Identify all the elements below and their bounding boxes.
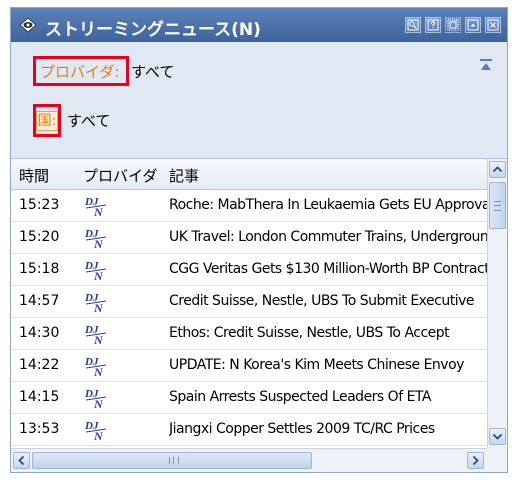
news-eye-icon xyxy=(19,17,37,33)
float-window-icon xyxy=(447,19,459,31)
row-time: 14:57 xyxy=(19,293,60,309)
float-button[interactable] xyxy=(445,17,461,33)
title-bar[interactable]: ストリーミングニュース(N) xyxy=(11,8,507,42)
dow-jones-newswires-icon: DJ N xyxy=(84,354,108,378)
dow-jones-newswires-icon: DJ N xyxy=(84,290,108,314)
row-time: 14:30 xyxy=(19,325,60,341)
column-header-article[interactable]: 記事 xyxy=(169,165,199,186)
dow-jones-newswires-icon: DJ N xyxy=(84,258,108,282)
provider-filter-value: すべて xyxy=(131,62,175,81)
dow-jones-newswires-icon: DJ N xyxy=(84,226,108,250)
column-header-provider[interactable]: プロバイダ xyxy=(83,165,157,186)
row-time: 15:20 xyxy=(19,229,60,245)
table-row[interactable]: 15:23 DJ N Roche: MabThera In Leukaemia … xyxy=(11,190,487,222)
scrollbar-corner xyxy=(487,448,507,472)
help-button[interactable] xyxy=(425,17,441,33)
country-filter-highlight: 国: xyxy=(33,104,61,137)
search-button[interactable] xyxy=(405,17,421,33)
close-icon xyxy=(487,19,499,31)
row-headline: Ethos: Credit Suisse, Nestle, UBS To Acc… xyxy=(169,325,450,341)
scroll-up-button[interactable] xyxy=(489,161,506,178)
close-button[interactable] xyxy=(485,17,501,33)
column-header-time[interactable]: 時間 xyxy=(19,165,49,186)
grip-icon xyxy=(169,457,179,464)
row-time: 14:15 xyxy=(19,389,60,405)
chevron-right-icon xyxy=(472,455,479,466)
row-time: 14:22 xyxy=(19,357,60,373)
maximize-icon xyxy=(467,19,479,31)
chevron-up-icon xyxy=(492,166,503,173)
grip-icon xyxy=(494,201,501,211)
table-row[interactable]: 13:53 DJ N Jiangxi Copper Settles 2009 T… xyxy=(11,414,487,446)
country-filter-label[interactable]: 国: xyxy=(35,110,59,131)
table-row[interactable]: 14:22 DJ N UPDATE: N Korea's Kim Meets C… xyxy=(11,350,487,382)
row-headline: Spain Arrests Suspected Leaders Of ETA xyxy=(169,389,431,405)
row-headline: CGG Veritas Gets $130 Million-Worth BP C… xyxy=(169,261,487,277)
row-headline: Jiangxi Copper Settles 2009 TC/RC Prices xyxy=(169,421,435,437)
table-row[interactable]: 14:30 DJ N Ethos: Credit Suisse, Nestle,… xyxy=(11,318,487,350)
scroll-right-button[interactable] xyxy=(467,452,484,469)
scroll-left-button[interactable] xyxy=(13,452,30,469)
news-table: 時間 プロバイダ 記事 15:23 DJ N Roche: MabThera I… xyxy=(11,159,507,448)
table-row[interactable]: 14:15 DJ N Spain Arrests Suspected Leade… xyxy=(11,382,487,414)
table-header: 時間 プロバイダ 記事 xyxy=(11,159,487,190)
chevron-down-icon xyxy=(492,433,503,440)
streaming-news-window: ストリーミングニュース(N) プロバイダ: すべて 国: すべて 時間 プロバイ… xyxy=(10,7,508,473)
row-time: 15:23 xyxy=(19,197,60,213)
vertical-scroll-thumb[interactable] xyxy=(489,182,506,229)
row-time: 15:18 xyxy=(19,261,60,277)
provider-filter: プロバイダ: すべて xyxy=(33,56,174,86)
row-time: 13:53 xyxy=(19,421,60,437)
scroll-down-button[interactable] xyxy=(489,428,506,445)
country-filter: 国: すべて xyxy=(33,104,110,137)
maximize-button[interactable] xyxy=(465,17,481,33)
row-headline: Roche: MabThera In Leukaemia Gets EU App… xyxy=(169,197,487,213)
table-row[interactable]: 15:20 DJ N UK Travel: London Commuter Tr… xyxy=(11,222,487,254)
table-row[interactable]: 15:18 DJ N CGG Veritas Gets $130 Million… xyxy=(11,254,487,286)
title-buttons xyxy=(405,17,501,33)
provider-filter-label[interactable]: プロバイダ: xyxy=(40,61,119,82)
provider-filter-highlight: プロバイダ: xyxy=(33,56,129,86)
dow-jones-newswires-icon: DJ N xyxy=(84,322,108,346)
row-headline: UK Travel: London Commuter Trains, Under… xyxy=(169,229,487,245)
collapse-panel-icon[interactable] xyxy=(479,58,493,72)
dow-jones-newswires-icon: DJ N xyxy=(84,418,108,442)
dow-jones-newswires-icon: DJ N xyxy=(84,194,108,218)
horizontal-scrollbar[interactable] xyxy=(11,448,507,472)
chevron-left-icon xyxy=(18,455,25,466)
horizontal-scroll-thumb[interactable] xyxy=(32,452,312,469)
dow-jones-newswires-icon: DJ N xyxy=(84,386,108,410)
news-rows: 15:23 DJ N Roche: MabThera In Leukaemia … xyxy=(11,190,487,446)
vertical-scrollbar[interactable] xyxy=(487,159,507,448)
row-headline: Credit Suisse, Nestle, UBS To Submit Exe… xyxy=(169,293,474,309)
country-filter-value: すべて xyxy=(67,112,111,130)
window-title: ストリーミングニュース(N) xyxy=(45,20,261,40)
help-icon xyxy=(427,19,439,31)
table-row[interactable]: 14:57 DJ N Credit Suisse, Nestle, UBS To… xyxy=(11,286,487,318)
search-icon xyxy=(407,19,419,31)
filter-panel: プロバイダ: すべて 国: すべて xyxy=(11,42,507,159)
row-headline: UPDATE: N Korea's Kim Meets Chinese Envo… xyxy=(169,357,464,373)
